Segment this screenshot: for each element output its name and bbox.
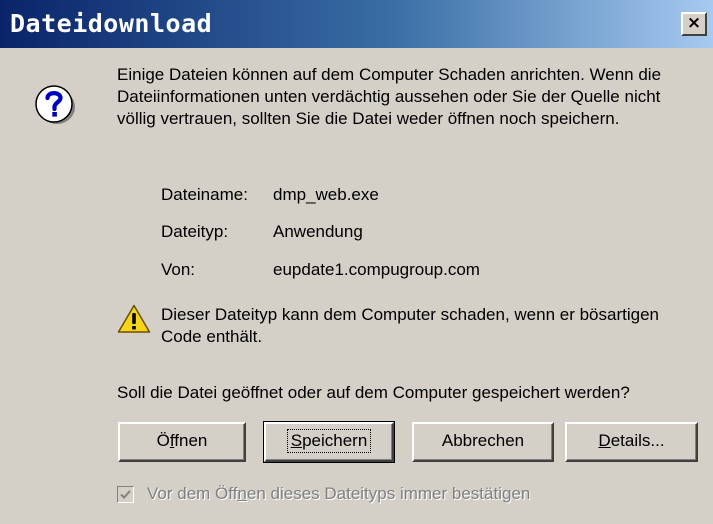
warning-triangle-icon bbox=[117, 304, 151, 339]
file-source-value: eupdate1.compugroup.com bbox=[273, 260, 480, 279]
title-bar[interactable]: Dateidownload × bbox=[0, 0, 713, 48]
file-download-dialog: Dateidownload × Einige Dateien können au… bbox=[0, 0, 713, 524]
intro-text: Einige Dateien können auf dem Computer S… bbox=[117, 65, 662, 128]
question-text: Soll die Datei geöffnet oder auf dem Com… bbox=[117, 383, 630, 402]
file-type-value: Anwendung bbox=[273, 222, 363, 241]
save-button[interactable]: Speichern bbox=[263, 421, 395, 463]
file-name-label: Dateiname: bbox=[161, 185, 248, 204]
open-button-label: Öffnen bbox=[156, 431, 208, 450]
checkmark-icon bbox=[120, 490, 131, 499]
save-button-label: Speichern bbox=[286, 429, 372, 453]
close-button[interactable]: × bbox=[681, 12, 707, 36]
file-type-label: Dateityp: bbox=[161, 222, 229, 241]
question-mark-icon bbox=[34, 83, 78, 132]
file-name-value: dmp_web.exe bbox=[273, 185, 379, 204]
details-button[interactable]: Details... bbox=[565, 422, 698, 462]
details-button-label: Details... bbox=[598, 431, 665, 450]
cancel-button[interactable]: Abbrechen bbox=[412, 422, 554, 462]
warning-text: Dieser Dateityp kann dem Computer schade… bbox=[161, 305, 659, 346]
window-title: Dateidownload bbox=[10, 9, 213, 38]
file-source-label: Von: bbox=[161, 260, 196, 279]
open-button[interactable]: Öffnen bbox=[118, 422, 246, 462]
always-confirm-checkbox bbox=[117, 486, 134, 503]
always-confirm-label: Vor dem Öffnen dieses Dateityps immer be… bbox=[147, 484, 531, 503]
